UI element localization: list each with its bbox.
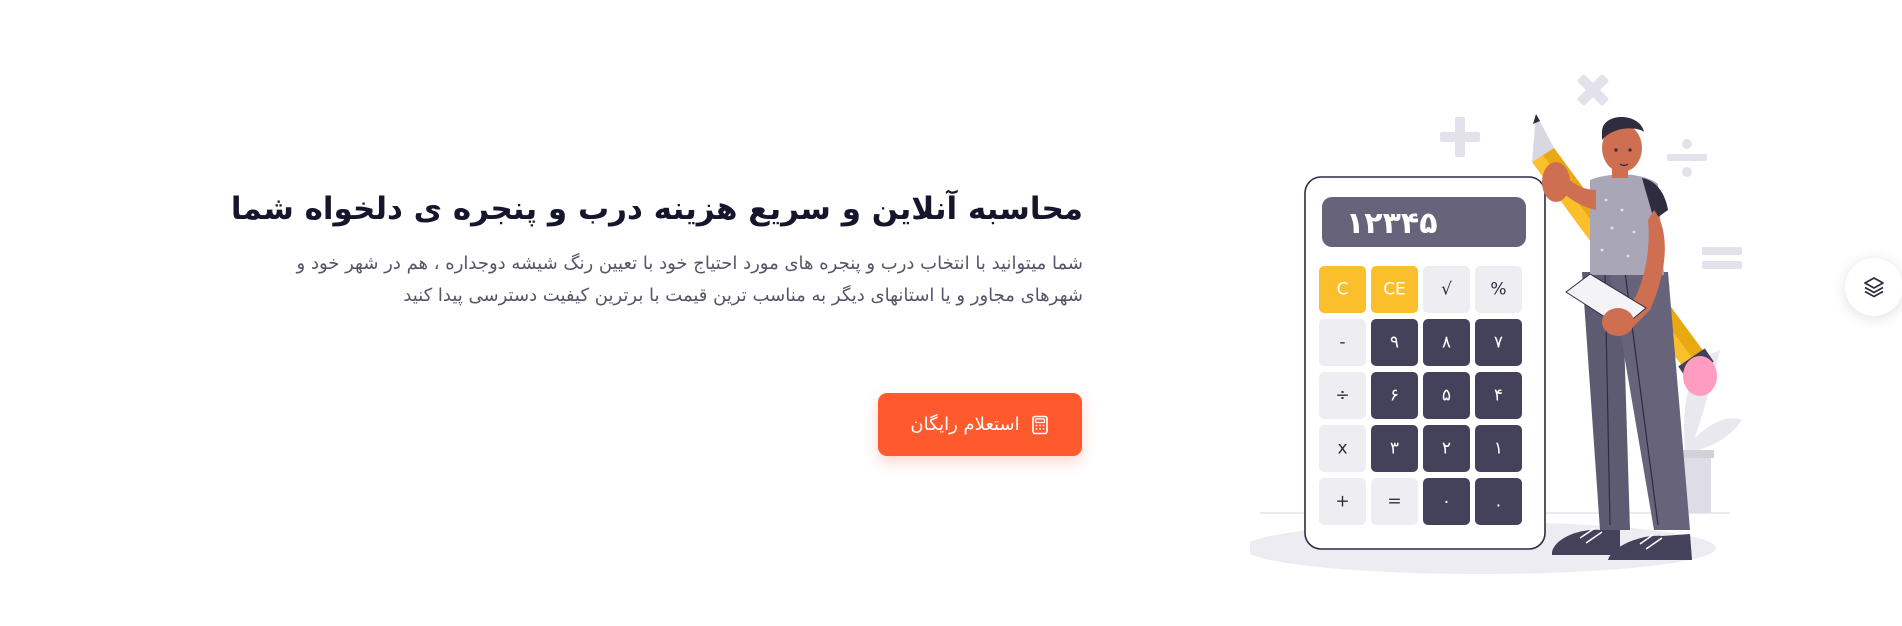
calculator-key-label: ÷	[1335, 386, 1349, 406]
calculator-key-label: ۳	[1390, 439, 1399, 459]
calculator-key: x	[1319, 425, 1366, 472]
times-symbol-decor	[1577, 74, 1609, 106]
free-inquiry-button[interactable]: استعلام رایگان	[878, 393, 1082, 456]
calculator-key-label: %	[1490, 280, 1506, 300]
calculator: ۱۲۳۴۵ % √ CE C ۷ ۸ ۹ - ۴ ۵ ۶ ÷ ۱ ۲ ۳ x. ۰ = +	[1304, 176, 1546, 550]
calculator-key-label: ۷	[1494, 333, 1503, 353]
layers-fab-button[interactable]	[1845, 258, 1902, 316]
calculator-key: +	[1319, 478, 1366, 525]
calculator-key-label: +	[1335, 492, 1349, 512]
calculator-key: ۲	[1423, 425, 1470, 472]
calculator-key: -	[1319, 319, 1366, 366]
calculator-key: ۴	[1475, 372, 1522, 419]
calculator-key: ÷	[1319, 372, 1366, 419]
calculator-key: ۷	[1475, 319, 1522, 366]
hero-text-block: محاسبه آنلاین و سریع هزینه درب و پنجره ی…	[230, 180, 1083, 312]
calculator-key-label: .	[1496, 492, 1501, 512]
calculator-key: √	[1423, 266, 1470, 313]
plus-symbol-decor	[1440, 117, 1480, 157]
calculator-key: =	[1371, 478, 1418, 525]
calculator-key-label: ۰	[1442, 492, 1451, 512]
page: محاسبه آنلاین و سریع هزینه درب و پنجره ی…	[0, 0, 1902, 626]
calculator-key: ۹	[1371, 319, 1418, 366]
calculator-key: ۳	[1371, 425, 1418, 472]
divide-symbol-decor	[1667, 139, 1707, 177]
hero-description: شما میتوانید با انتخاب درب و پنجره های م…	[296, 253, 1083, 306]
calculator-key-label: √	[1441, 280, 1452, 300]
calculator-key-label: ۴	[1494, 386, 1503, 406]
calculator-key-label: ۵	[1442, 386, 1451, 406]
calculator-key-label: x	[1337, 439, 1347, 459]
calculator-key: ۰	[1423, 478, 1470, 525]
calculator-key: ۸	[1423, 319, 1470, 366]
calculator-key: ۶	[1371, 372, 1418, 419]
calculator-key-label: ۲	[1442, 439, 1451, 459]
equals-symbol-decor	[1702, 247, 1742, 269]
calculator-key-label: ۱	[1494, 439, 1503, 459]
calculator-key-label: CE	[1383, 280, 1406, 300]
calculator-key: %	[1475, 266, 1522, 313]
calculator-key-label: -	[1339, 333, 1345, 353]
calculator-key: ۱	[1475, 425, 1522, 472]
calculator-key-label: ۶	[1390, 386, 1399, 406]
calculator-key: CE	[1371, 266, 1418, 313]
calculator-key: ۵	[1423, 372, 1470, 419]
calculator-display-value: ۱۲۳۴۵	[1346, 206, 1438, 241]
illustration-svg: ۱۲۳۴۵ % √ CE C ۷ ۸ ۹ - ۴ ۵ ۶ ÷ ۱ ۲ ۳ x. ۰ = +	[1244, 74, 1742, 574]
calculator-illustration: ۱۲۳۴۵ % √ CE C ۷ ۸ ۹ - ۴ ۵ ۶ ÷ ۱ ۲ ۳ x. ۰ = +	[1244, 60, 1750, 580]
hero-title: محاسبه آنلاین و سریع هزینه درب و پنجره ی…	[230, 191, 1083, 227]
calculator-key-label: C	[1337, 280, 1349, 300]
calculator-key-label: ۹	[1390, 333, 1399, 353]
calculator-key: C	[1319, 266, 1366, 313]
calculator-key-label: ۸	[1442, 333, 1451, 353]
layers-icon	[1864, 277, 1884, 298]
calculator-icon	[1030, 415, 1050, 435]
calculator-key: .	[1475, 478, 1522, 525]
calculator-key-label: =	[1387, 492, 1401, 512]
free-inquiry-label: استعلام رایگان	[910, 414, 1020, 435]
